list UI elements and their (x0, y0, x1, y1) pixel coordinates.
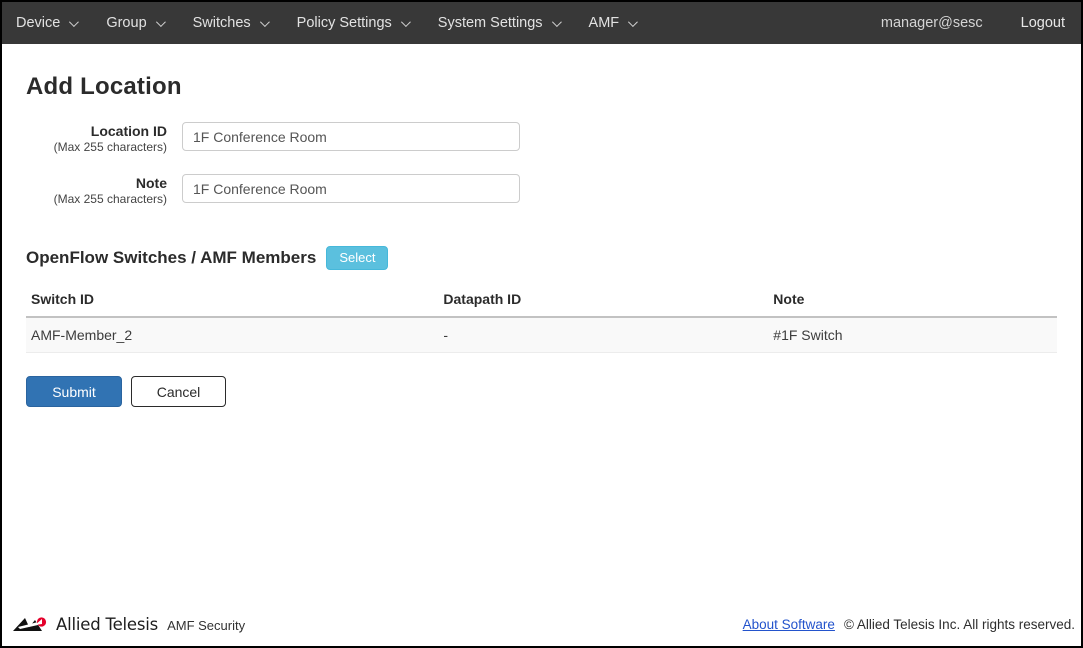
copyright-text: © Allied Telesis Inc. All rights reserve… (844, 617, 1075, 632)
note-hint: (Max 255 characters) (26, 192, 167, 207)
chevron-down-icon (156, 17, 166, 27)
nav-item-amf[interactable]: AMF (589, 15, 636, 31)
nav-item-label: Switches (193, 15, 251, 31)
column-header-switch-id: Switch ID (26, 283, 438, 317)
nav-item-label: Group (106, 15, 146, 31)
note-label: Note (26, 175, 167, 192)
cancel-button[interactable]: Cancel (131, 376, 226, 407)
form-row-location-id: Location ID (Max 255 characters) (26, 122, 1057, 155)
page-title: Add Location (26, 73, 1057, 101)
main-content: Add Location Location ID (Max 255 charac… (2, 73, 1081, 407)
cell-switch-id: AMF-Member_2 (26, 317, 438, 353)
nav-item-label: Device (16, 15, 60, 31)
nav-item-system-settings[interactable]: System Settings (438, 15, 559, 31)
logged-in-user: manager@sesc (881, 15, 983, 31)
product-name: AMF Security (167, 615, 245, 633)
add-location-form: Location ID (Max 255 characters) Note (M… (26, 122, 1057, 207)
members-section-title: OpenFlow Switches / AMF Members (26, 248, 316, 268)
table-row: AMF-Member_2 - #1F Switch (26, 317, 1057, 353)
nav-item-switches[interactable]: Switches (193, 15, 267, 31)
nav-item-group[interactable]: Group (106, 15, 162, 31)
top-navbar: Device Group Switches Policy Settings Sy… (2, 2, 1081, 44)
about-software-link[interactable]: About Software (743, 617, 835, 632)
members-table-header-row: Switch ID Datapath ID Note (26, 283, 1057, 317)
chevron-down-icon (628, 17, 638, 27)
location-id-label: Location ID (26, 123, 167, 140)
cell-datapath-id: - (438, 317, 768, 353)
nav-item-policy-settings[interactable]: Policy Settings (297, 15, 408, 31)
nav-item-device[interactable]: Device (16, 15, 76, 31)
allied-telesis-logo-icon (12, 615, 49, 634)
nav-item-label: AMF (589, 15, 620, 31)
chevron-down-icon (260, 17, 270, 27)
page-footer: Allied Telesis AMF Security About Softwa… (2, 608, 1081, 646)
chevron-down-icon (401, 17, 411, 27)
members-table: Switch ID Datapath ID Note AMF-Member_2 … (26, 283, 1057, 353)
nav-item-label: System Settings (438, 15, 543, 31)
nav-item-label: Policy Settings (297, 15, 392, 31)
brand: Allied Telesis AMF Security (12, 615, 245, 634)
chevron-down-icon (552, 17, 562, 27)
column-header-datapath-id: Datapath ID (438, 283, 768, 317)
form-row-note: Note (Max 255 characters) (26, 174, 1057, 207)
brand-name: Allied Telesis (56, 615, 158, 634)
select-members-button[interactable]: Select (326, 246, 388, 270)
members-section-header: OpenFlow Switches / AMF Members Select (26, 246, 1057, 270)
chevron-down-icon (69, 17, 79, 27)
form-actions: Submit Cancel (26, 376, 1057, 407)
submit-button[interactable]: Submit (26, 376, 122, 407)
logout-button[interactable]: Logout (1021, 15, 1065, 31)
location-id-hint: (Max 255 characters) (26, 140, 167, 155)
cell-note: #1F Switch (768, 317, 1057, 353)
note-input[interactable] (182, 174, 520, 203)
location-id-input[interactable] (182, 122, 520, 151)
column-header-note: Note (768, 283, 1057, 317)
